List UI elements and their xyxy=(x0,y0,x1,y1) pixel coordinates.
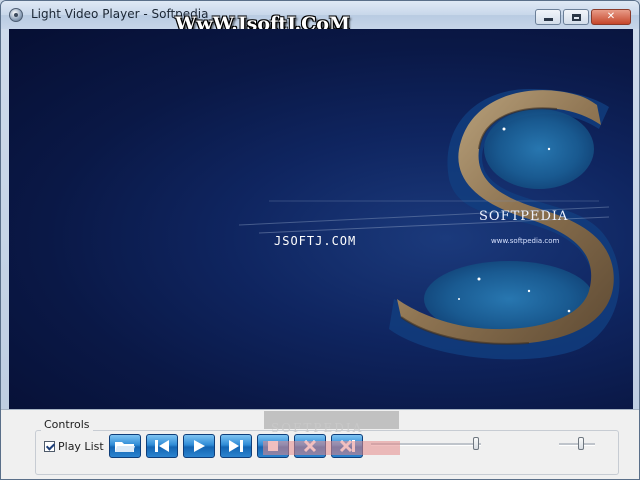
seek-slider-thumb[interactable] xyxy=(472,437,479,450)
minimize-icon xyxy=(543,18,553,21)
play-icon xyxy=(194,440,205,452)
minimize-button[interactable] xyxy=(535,9,561,25)
video-display[interactable]: JSOFTJ.COM SOFTPEDIA www.softpedia.com xyxy=(9,29,633,409)
title-bar[interactable]: Light Video Player - Softpedia WwW.Jsoft… xyxy=(1,1,639,35)
app-window: Light Video Player - Softpedia WwW.Jsoft… xyxy=(0,0,640,480)
controls-panel: Controls Play List xyxy=(1,409,639,479)
close-button[interactable]: ✕ xyxy=(591,9,631,25)
checkbox-checked-icon[interactable] xyxy=(44,441,55,452)
open-button[interactable] xyxy=(109,434,141,458)
center-watermark: JSOFTJ.COM xyxy=(274,234,357,248)
seek-slider-track[interactable] xyxy=(371,443,481,446)
app-icon[interactable] xyxy=(9,8,23,22)
close-all-icon xyxy=(339,439,355,453)
stop-button[interactable] xyxy=(257,434,289,458)
controls-label: Controls xyxy=(41,418,93,431)
skip-previous-icon xyxy=(155,440,169,452)
video-logo-url: www.softpedia.com xyxy=(491,237,560,245)
stop-icon xyxy=(268,441,278,451)
maximize-icon xyxy=(571,13,581,21)
close-icon: ✕ xyxy=(606,11,616,22)
folder-open-icon xyxy=(115,442,135,452)
video-logo: SOFTPEDIA xyxy=(479,209,569,224)
maximize-button[interactable] xyxy=(563,9,589,25)
playlist-checkbox[interactable]: Play List xyxy=(44,440,104,453)
close-all-button[interactable] xyxy=(331,434,363,458)
playlist-label: Play List xyxy=(58,440,104,453)
play-button[interactable] xyxy=(183,434,215,458)
previous-button[interactable] xyxy=(146,434,178,458)
caption-buttons: ✕ xyxy=(533,9,631,25)
volume-slider-thumb[interactable] xyxy=(577,437,584,450)
overlay-watermark: SOFTPEDIA xyxy=(271,421,364,435)
skip-next-icon xyxy=(229,440,243,452)
close-file-button[interactable] xyxy=(294,434,326,458)
next-button[interactable] xyxy=(220,434,252,458)
x-icon xyxy=(303,439,317,453)
